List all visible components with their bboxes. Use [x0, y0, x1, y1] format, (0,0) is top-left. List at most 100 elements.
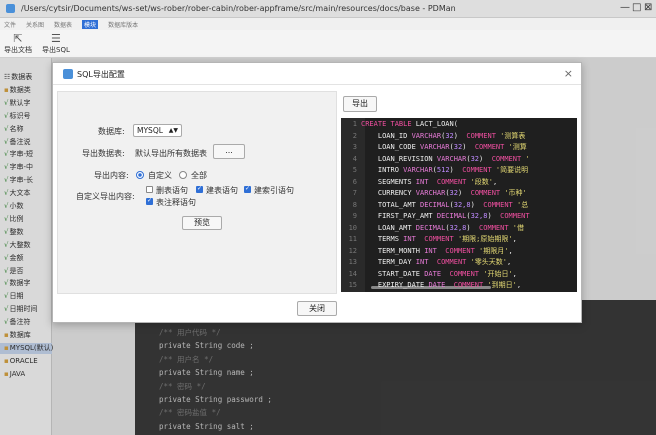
- dialog-app-icon: [63, 69, 73, 79]
- sql-token: ): [487, 212, 501, 220]
- sql-token: ): [479, 154, 492, 163]
- sql-token: INT: [415, 258, 437, 266]
- export-doc-button[interactable]: ⇱ 导出文档: [4, 32, 32, 55]
- sql-token: '测算: [508, 143, 527, 151]
- close-window-icon[interactable]: ⊠: [644, 2, 652, 13]
- sql-token: LOAN_CODE: [361, 143, 421, 151]
- sql-token: 32: [453, 143, 463, 151]
- sql-token: INT: [424, 246, 446, 255]
- line-number: 16: [341, 292, 361, 293]
- sql-token: '借: [512, 223, 524, 232]
- sql-token: CURRENCY: [361, 189, 416, 197]
- checkbox-create[interactable]: [196, 185, 203, 193]
- sql-token: COMMENT: [436, 258, 471, 266]
- sql-token: ,: [507, 258, 512, 266]
- close-button[interactable]: 关闭: [297, 301, 337, 316]
- line-number: 5: [352, 166, 357, 174]
- sql-token: ,: [516, 281, 522, 289]
- sql-line: 8 TOTAL_AMT DECIMAL(32,8) COMMENT '总: [341, 200, 577, 212]
- sql-line: 12 TERM_MONTH INT COMMENT '期限月',: [341, 246, 577, 258]
- line-number: 13: [348, 258, 357, 266]
- database-icon: ☰: [50, 32, 61, 45]
- minimize-icon[interactable]: —: [620, 2, 630, 13]
- sql-token: COMMENT: [491, 154, 526, 163]
- checkbox-index[interactable]: [244, 185, 251, 193]
- sql-token: ,: [512, 269, 517, 278]
- sql-token: TERM_DAY: [361, 258, 416, 266]
- sql-line: 15 EXPIRY_DATE DATE COMMENT '到期日',: [341, 280, 577, 292]
- export-sql-button[interactable]: ☰ 导出SQL: [42, 32, 70, 55]
- export-button[interactable]: 导出: [343, 96, 377, 112]
- sql-token: DECIMAL: [436, 212, 467, 220]
- sql-token: '零头天数': [470, 258, 508, 266]
- line-number: 14: [348, 269, 357, 278]
- sql-token: COMMENT: [466, 131, 501, 140]
- menu-item[interactable]: 数据表: [54, 20, 72, 29]
- sql-token: 32: [445, 131, 454, 140]
- choose-tables-button[interactable]: ...: [213, 144, 245, 159]
- db-select[interactable]: MYSQL ▲▼: [133, 124, 182, 137]
- menu-bar: 文件 关系图 数据表 模块 数据库版本: [0, 18, 656, 30]
- sql-token: ): [449, 166, 463, 174]
- sql-token: '期限;原始期限': [457, 235, 513, 243]
- sql-token: '简要说明: [495, 166, 529, 174]
- sql-token: 32: [470, 154, 480, 163]
- menu-item[interactable]: 关系图: [26, 20, 44, 29]
- line-number: 8: [352, 200, 357, 209]
- maximize-icon[interactable]: □: [632, 2, 641, 13]
- line-number: 10: [348, 223, 357, 232]
- sql-token: LOAN_REVISION: [361, 154, 437, 163]
- preview-button[interactable]: 预览: [182, 216, 222, 230]
- export-options-panel: 数据库: MYSQL ▲▼ 导出数据表: 默认导出所有数据表 ... 导出内容:…: [57, 91, 337, 294]
- custom-label: 自定义导出内容:: [76, 192, 135, 201]
- sql-token: COMMENT: [500, 212, 530, 220]
- sql-line: 10 LOAN_AMT DECIMAL(32,8) COMMENT '借: [341, 223, 577, 235]
- sql-token: INT: [415, 177, 437, 186]
- sql-token: DATE: [424, 269, 450, 278]
- checkbox-create-label: 建表语句: [206, 186, 238, 195]
- radio-all[interactable]: [179, 171, 187, 179]
- sql-token: VARCHAR: [411, 131, 442, 140]
- sql-line: 6 SEGMENTS INT COMMENT '段数',: [341, 177, 577, 189]
- sql-token: TERMS: [361, 235, 404, 243]
- menu-item[interactable]: 模块: [82, 19, 99, 29]
- sql-line: 3 LOAN_CODE VARCHAR(32) COMMENT '测算: [341, 142, 577, 154]
- sql-token: TOTAL_AMT: [361, 200, 421, 209]
- menu-item[interactable]: 数据库版本: [108, 20, 138, 29]
- sql-token: '期限月': [479, 246, 509, 255]
- sql-token: ): [453, 131, 467, 140]
- line-number: 3: [352, 143, 357, 151]
- sql-token: VARCHAR: [403, 166, 433, 174]
- sql-token: ,: [493, 177, 498, 186]
- sql-token: ): [462, 143, 475, 151]
- sql-token: EXPIRY_DATE: [361, 281, 429, 289]
- dialog-header: SQL导出配置 ×: [53, 63, 581, 85]
- radio-custom[interactable]: [136, 171, 144, 179]
- sql-token: COMMENT: [470, 189, 505, 197]
- sql-line: 4 LOAN_REVISION VARCHAR(32) COMMENT ': [341, 154, 577, 166]
- sql-token: COMMENT: [424, 235, 458, 243]
- sql-token: INT: [403, 235, 425, 243]
- sql-token: VARCHAR: [436, 154, 467, 163]
- sql-token: START_DATE: [361, 269, 425, 278]
- sql-token: COMMENT: [462, 166, 496, 174]
- menu-item[interactable]: 文件: [4, 20, 16, 29]
- line-number: 6: [352, 177, 357, 186]
- sql-token: DECIMAL: [415, 223, 446, 232]
- sql-line: 2 LOAN_ID VARCHAR(32) COMMENT '测算表: [341, 131, 577, 143]
- checkbox-index-label: 建索引语句: [254, 186, 294, 195]
- close-icon[interactable]: ×: [564, 67, 573, 80]
- line-number: 9: [352, 212, 357, 220]
- checkbox-delete-label: 删表语句: [156, 186, 188, 195]
- sql-line: 1 CREATE TABLE LACT_LOAN(: [341, 119, 577, 131]
- checkbox-comment[interactable]: [146, 197, 153, 205]
- sql-line: 9 FIRST_PAY_AMT DECIMAL(32,8) COMMENT: [341, 211, 577, 223]
- line-number: 4: [352, 154, 357, 163]
- export-sql-label: 导出SQL: [42, 46, 70, 54]
- sql-line: 13 TERM_DAY INT COMMENT '零头天数',: [341, 257, 577, 269]
- line-number: 7: [352, 189, 357, 197]
- sql-preview[interactable]: 1 CREATE TABLE LACT_LOAN(2 LOAN_ID VARCHA…: [341, 118, 577, 292]
- checkbox-delete[interactable]: [146, 186, 153, 193]
- sql-token: COMMENT: [445, 246, 480, 255]
- line-number: 12: [348, 246, 357, 255]
